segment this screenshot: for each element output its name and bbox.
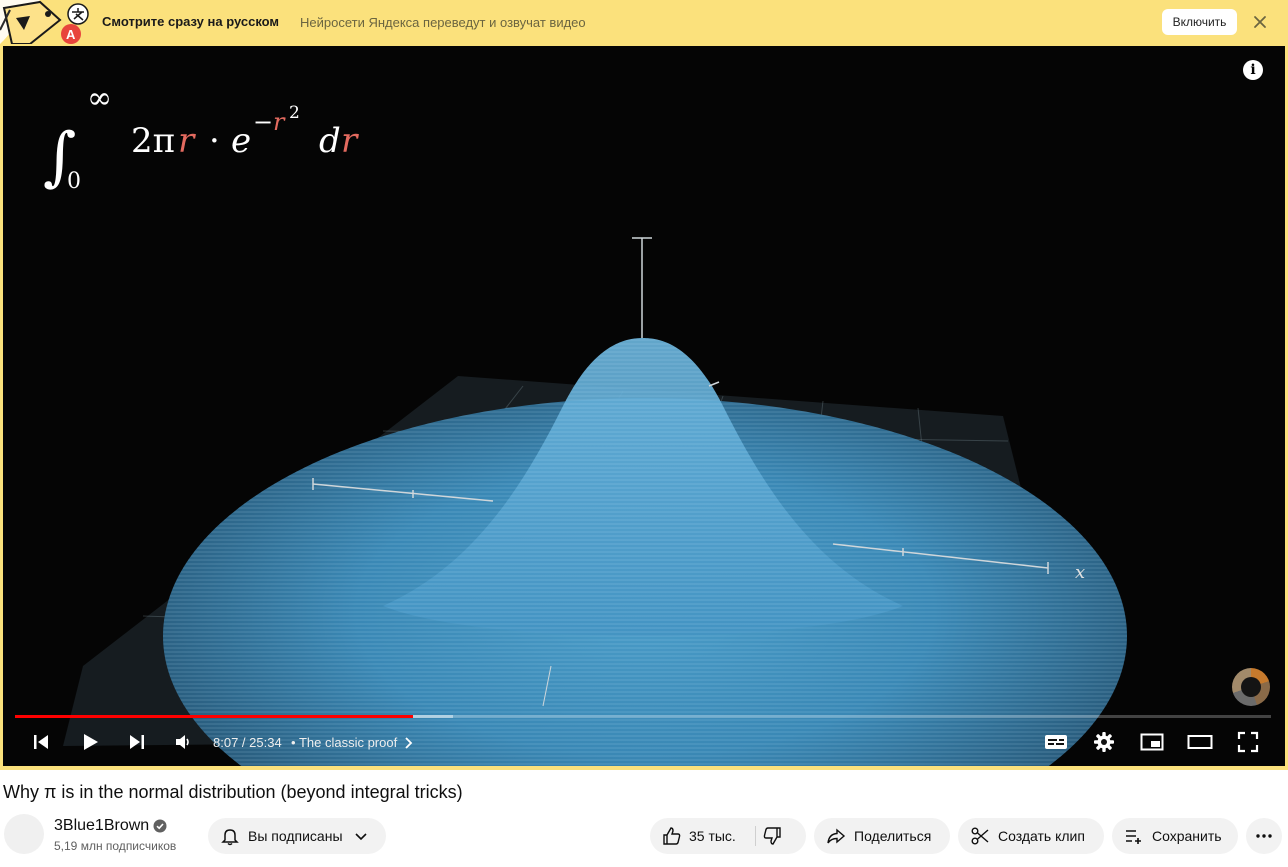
share-label: Поделиться	[854, 828, 932, 844]
settings-button[interactable]	[1091, 730, 1117, 754]
avatar[interactable]	[4, 814, 44, 854]
create-clip-label: Создать клип	[998, 828, 1085, 844]
time-total: 25:34	[249, 735, 282, 750]
play-button[interactable]	[78, 730, 102, 754]
chapter-label: The classic proof	[298, 735, 398, 750]
video-scene: x ∫ ∞ 0 2π r · e − r 2 d r	[43, 81, 1127, 766]
like-count: 35 тыс.	[689, 828, 736, 844]
yandex-translate-logo: A	[0, 0, 89, 44]
miniplayer-button[interactable]	[1139, 730, 1165, 754]
chevron-down-icon	[354, 833, 367, 841]
video-player: x ∫ ∞ 0 2π r · e − r 2 d r i 8:07 / 25:3…	[0, 44, 1288, 770]
enable-translation-button[interactable]: Включить	[1162, 9, 1237, 35]
banner-title: Смотрите сразу на русском	[102, 14, 280, 29]
info-icon[interactable]: i	[1243, 60, 1263, 80]
save-label: Сохранить	[1152, 828, 1222, 844]
translate-banner: A Смотрите сразу на русском Нейросети Ян…	[0, 0, 1288, 44]
share-button[interactable]: Поделиться	[814, 818, 950, 854]
more-actions-button[interactable]	[1246, 818, 1282, 854]
svg-text:∞: ∞	[87, 81, 112, 116]
svg-text:0: 0	[67, 169, 81, 194]
settings-icon	[1094, 732, 1114, 752]
svg-text:e: e	[231, 121, 251, 161]
fullscreen-icon	[1237, 731, 1259, 753]
subtitles-button[interactable]	[1043, 730, 1069, 754]
channel-name[interactable]: 3Blue1Brown	[54, 817, 149, 835]
x-axis-label: x	[1075, 562, 1085, 583]
close-icon[interactable]	[1250, 12, 1270, 32]
video-frame[interactable]: x ∫ ∞ 0 2π r · e − r 2 d r i 8:07 / 25:3…	[3, 46, 1285, 766]
save-button[interactable]: Сохранить	[1112, 818, 1238, 854]
svg-text:r: r	[273, 108, 286, 136]
miniplayer-icon	[1140, 733, 1164, 751]
svg-text:2: 2	[289, 103, 300, 123]
scissors-icon	[971, 827, 989, 845]
play-icon	[84, 734, 98, 750]
previous-icon	[34, 735, 48, 749]
add-to-playlist-icon	[1126, 830, 1141, 844]
bell-icon	[221, 829, 239, 846]
subscribed-button[interactable]: Вы подписаны	[208, 818, 386, 854]
theater-mode-button[interactable]	[1187, 730, 1213, 754]
svg-text:A: A	[66, 27, 76, 42]
mute-button[interactable]	[171, 730, 195, 754]
more-horizontal-icon	[1256, 834, 1272, 838]
integral-formula: ∫ ∞ 0 2π r · e − r 2 d r	[43, 81, 359, 194]
next-button[interactable]	[125, 730, 149, 754]
chapter-title[interactable]: • The classic proof	[291, 735, 397, 750]
time-current: 8:07	[213, 735, 239, 750]
verified-icon	[153, 819, 167, 833]
svg-text:−: −	[253, 108, 273, 136]
theater-mode-icon	[1187, 735, 1213, 749]
volume-icon	[176, 735, 189, 749]
progress-played	[15, 715, 414, 718]
like-dislike-group: 35 тыс.	[650, 818, 806, 854]
like-divider	[755, 826, 756, 846]
next-icon	[130, 735, 144, 749]
svg-text:r: r	[178, 121, 196, 161]
previous-button[interactable]	[29, 730, 53, 754]
share-icon	[827, 828, 846, 844]
fullscreen-button[interactable]	[1235, 730, 1261, 754]
svg-text:d: d	[319, 121, 341, 161]
thumbs-down-icon[interactable]	[762, 826, 782, 846]
time-display: 8:07 / 25:34	[213, 735, 282, 750]
subtitles-icon	[1045, 735, 1067, 749]
create-clip-button[interactable]: Создать клип	[958, 818, 1104, 854]
video-title: Why π is in the normal distribution (bey…	[3, 782, 463, 802]
svg-text:2π: 2π	[131, 121, 175, 161]
loading-spinner-icon	[1232, 668, 1270, 706]
subscriber-count: 5,19 млн подписчиков	[54, 839, 177, 853]
svg-text:·: ·	[209, 121, 220, 161]
svg-text:r: r	[341, 121, 359, 161]
subscribed-label: Вы подписаны	[248, 828, 343, 844]
banner-subtitle: Нейросети Яндекса переведут и озвучат ви…	[300, 15, 586, 30]
progress-bar[interactable]	[15, 715, 1271, 718]
like-button[interactable]: 35 тыс.	[650, 826, 736, 846]
thumbs-up-icon	[663, 827, 681, 845]
chevron-right-icon[interactable]	[403, 733, 415, 753]
